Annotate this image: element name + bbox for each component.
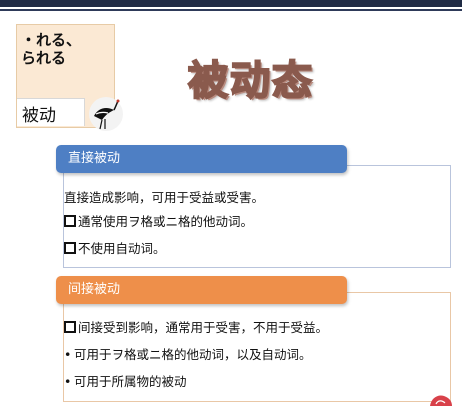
- top-banner-line: [0, 9, 462, 11]
- indirect-line-1-text: 间接受到影响，通常用于受害，不用于受益。: [78, 320, 329, 335]
- indirect-line-2: • 可用于ヲ格或ニ格的他动词，以及自动词。: [64, 344, 312, 363]
- direct-line-2: 通常使用ヲ格或ニ格的他动词。: [64, 211, 253, 230]
- side-card-text: ・れる、 られる: [21, 31, 82, 67]
- direct-line-3: 不使用自动词。: [64, 238, 166, 257]
- indirect-passive-header: 间接被动: [56, 276, 347, 304]
- crane-icon: [89, 97, 123, 131]
- indirect-line-3: • 可用于所属物的被动: [64, 371, 187, 390]
- dot-bullet-icon: •: [64, 347, 72, 362]
- direct-line-1: 直接造成影响，可用于受益或受害。: [64, 187, 264, 206]
- square-bullet-icon: [64, 321, 76, 333]
- slide-title: 被动态: [187, 57, 314, 105]
- side-card-tab: 被动: [17, 98, 85, 126]
- indirect-line-2-text: 可用于ヲ格或ニ格的他动词，以及自动词。: [74, 347, 312, 362]
- square-bullet-icon: [64, 242, 76, 254]
- direct-line-3-text: 不使用自动词。: [78, 241, 166, 256]
- direct-line-2-text: 通常使用ヲ格或ニ格的他动词。: [78, 214, 254, 229]
- direct-passive-header: 直接被动: [56, 145, 347, 173]
- top-banner: [0, 0, 462, 7]
- square-bullet-icon: [64, 215, 76, 227]
- indirect-line-1: 间接受到影响，通常用于受害，不用于受益。: [64, 317, 328, 336]
- side-card-tab-label: 被动: [22, 106, 56, 126]
- indirect-line-3-text: 可用于所属物的被动: [74, 374, 187, 389]
- dot-bullet-icon: •: [64, 374, 72, 389]
- direct-line-1-text: 直接造成影响，可用于受益或受害。: [64, 190, 265, 205]
- red-seal-icon: [430, 395, 452, 406]
